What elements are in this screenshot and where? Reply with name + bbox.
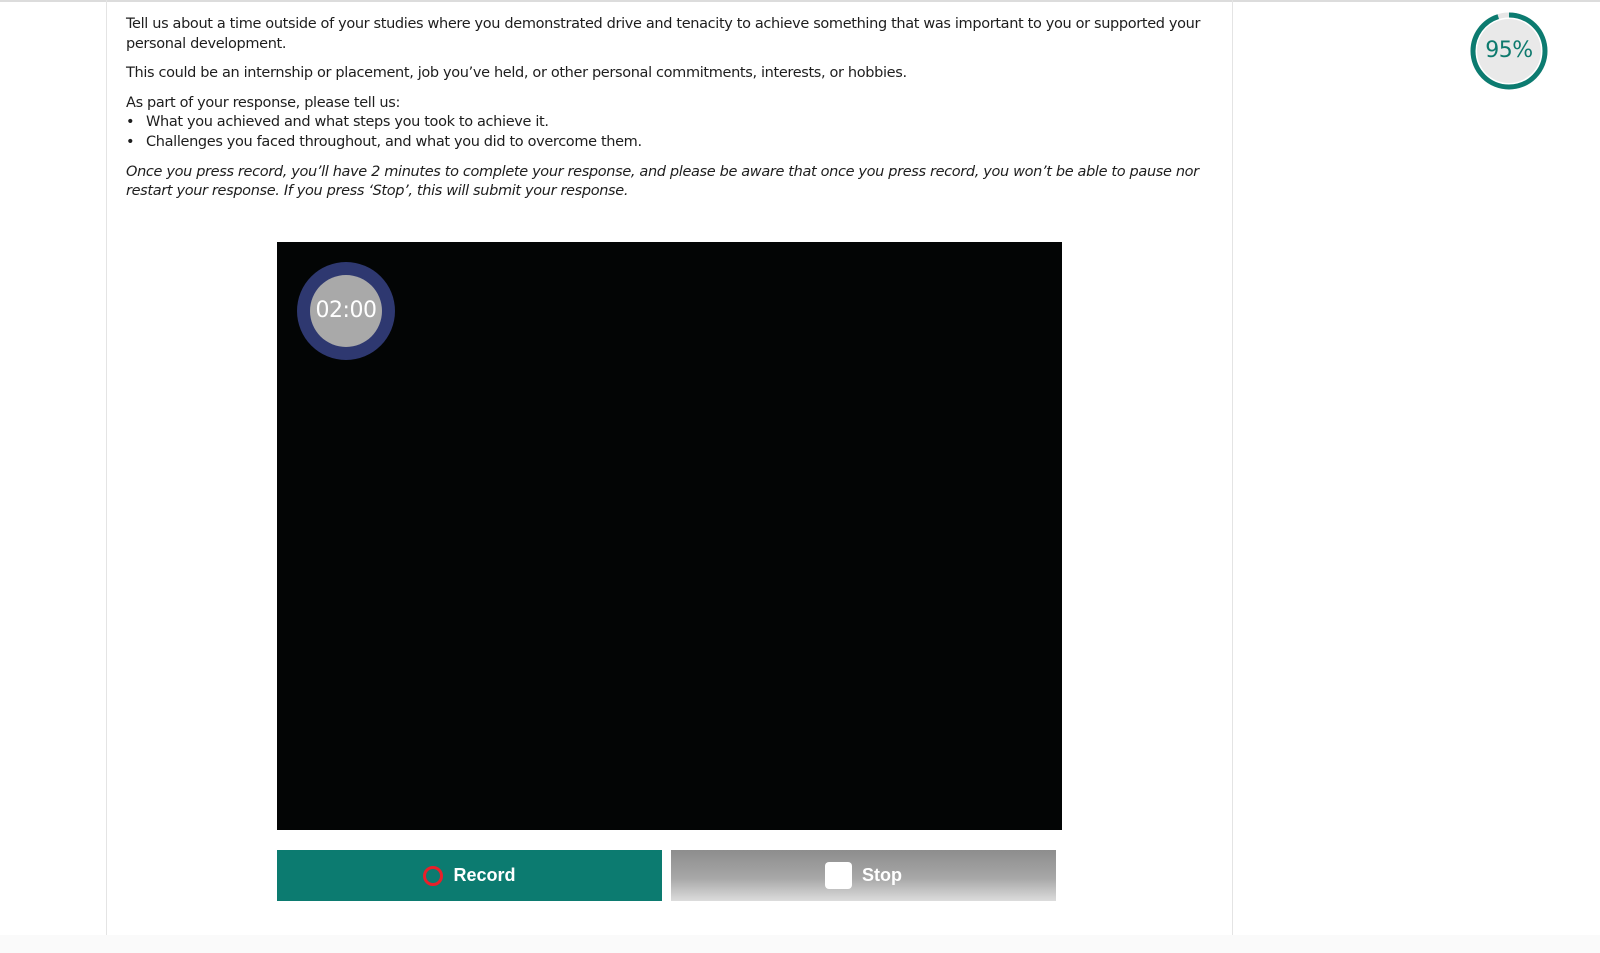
- top-divider: [0, 0, 1600, 2]
- list-item-text: What you achieved and what steps you too…: [146, 114, 549, 131]
- question-examples: This could be an internship or placement…: [126, 65, 907, 82]
- progress-percentage: 95%: [1485, 38, 1533, 63]
- stop-button-label: Stop: [862, 865, 902, 885]
- timer-value: 02:00: [310, 275, 382, 347]
- page-footer-band: [0, 935, 1600, 953]
- content-right-border: [1232, 0, 1233, 953]
- record-button-label: Record: [453, 865, 516, 885]
- list-item-text: Challenges you faced throughout, and wha…: [146, 133, 642, 150]
- countdown-timer-icon: 02:00: [297, 262, 395, 360]
- stop-square-icon: [825, 862, 852, 889]
- content-left-border: [106, 0, 107, 953]
- question-intro: Tell us about a time outside of your stu…: [126, 16, 1201, 52]
- list-item: • Challenges you faced throughout, and wh…: [126, 133, 1216, 153]
- record-circle-icon: [423, 865, 444, 886]
- bullet-icon: •: [126, 114, 135, 131]
- bullet-icon: •: [126, 133, 135, 150]
- progress-indicator: 95%: [1469, 11, 1549, 91]
- recording-instructions: Once you press record, you’ll have 2 min…: [126, 163, 1199, 200]
- stop-button[interactable]: Stop: [671, 850, 1056, 901]
- video-preview: 02:00: [277, 242, 1062, 830]
- list-item: • What you achieved and what steps you to…: [126, 113, 1216, 133]
- question-bullet-list: • What you achieved and what steps you to…: [126, 113, 1216, 152]
- question-prompt-label: As part of your response, please tell us…: [126, 94, 400, 111]
- question-text: Tell us about a time outside of your stu…: [126, 15, 1216, 212]
- record-button[interactable]: Record: [277, 850, 662, 901]
